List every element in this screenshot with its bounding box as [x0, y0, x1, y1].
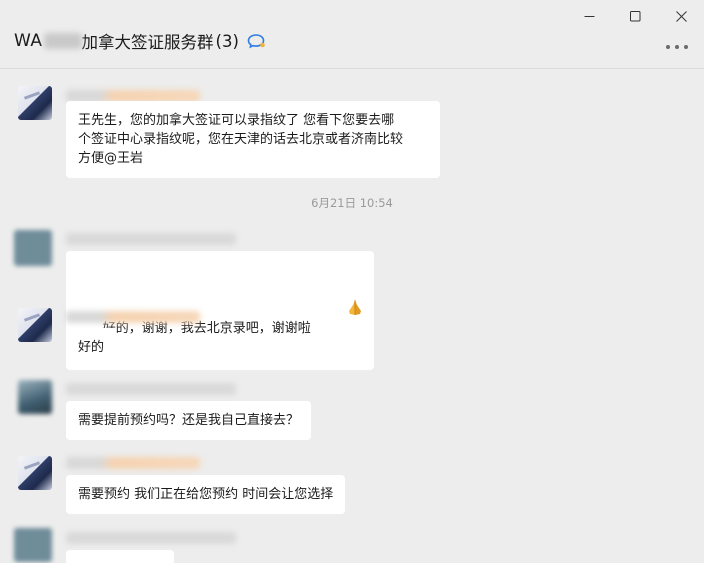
avatar[interactable] — [18, 380, 52, 414]
window-controls — [566, 0, 704, 32]
avatar[interactable] — [18, 308, 52, 342]
message-bubble[interactable]: 需要预约 我们正在给您预约 时间会让您选择 — [66, 475, 346, 514]
group-chat-icon[interactable] — [247, 33, 265, 49]
pray-emoji — [313, 280, 364, 341]
more-icon[interactable] — [666, 40, 688, 54]
sender-name-redacted — [66, 311, 200, 323]
chat-title-prefix: WA — [14, 31, 43, 51]
avatar[interactable] — [14, 230, 52, 266]
sender-name-redacted — [66, 233, 236, 245]
message-bubble[interactable]: 王先生，您的加拿大签证可以录指纹了 您看下您要去哪 个签证中心录指纹呢，您在天津… — [66, 101, 440, 178]
avatar[interactable] — [14, 528, 52, 562]
chat-member-count: (3) — [215, 31, 239, 51]
sender-name-redacted — [66, 457, 200, 469]
avatar[interactable] — [18, 456, 52, 490]
message-timestamp: 6月21日 10:54 — [311, 196, 393, 210]
minimize-icon[interactable] — [566, 0, 612, 32]
message-bubble[interactable]: 好的 — [66, 328, 117, 367]
chat-title[interactable]: WA 加拿大签证服务群 (3) — [14, 30, 265, 52]
message-bubble[interactable] — [66, 550, 174, 563]
close-icon[interactable] — [658, 0, 704, 32]
message-text: 好的，谢谢，我去北京录吧，谢谢啦 — [102, 321, 311, 336]
sender-name-redacted — [66, 532, 236, 544]
maximize-icon[interactable] — [612, 0, 658, 32]
message-list[interactable]: 王先生，您的加拿大签证可以录指纹了 您看下您要去哪 个签证中心录指纹呢，您在天津… — [0, 70, 704, 563]
sender-name-redacted — [66, 383, 236, 395]
chat-title-name: 加拿大签证服务群 — [81, 33, 214, 52]
message-bubble[interactable]: 需要提前预约吗？还是我自己直接去？ — [66, 401, 312, 440]
chat-title-redacted — [43, 33, 82, 49]
avatar[interactable] — [18, 86, 52, 120]
